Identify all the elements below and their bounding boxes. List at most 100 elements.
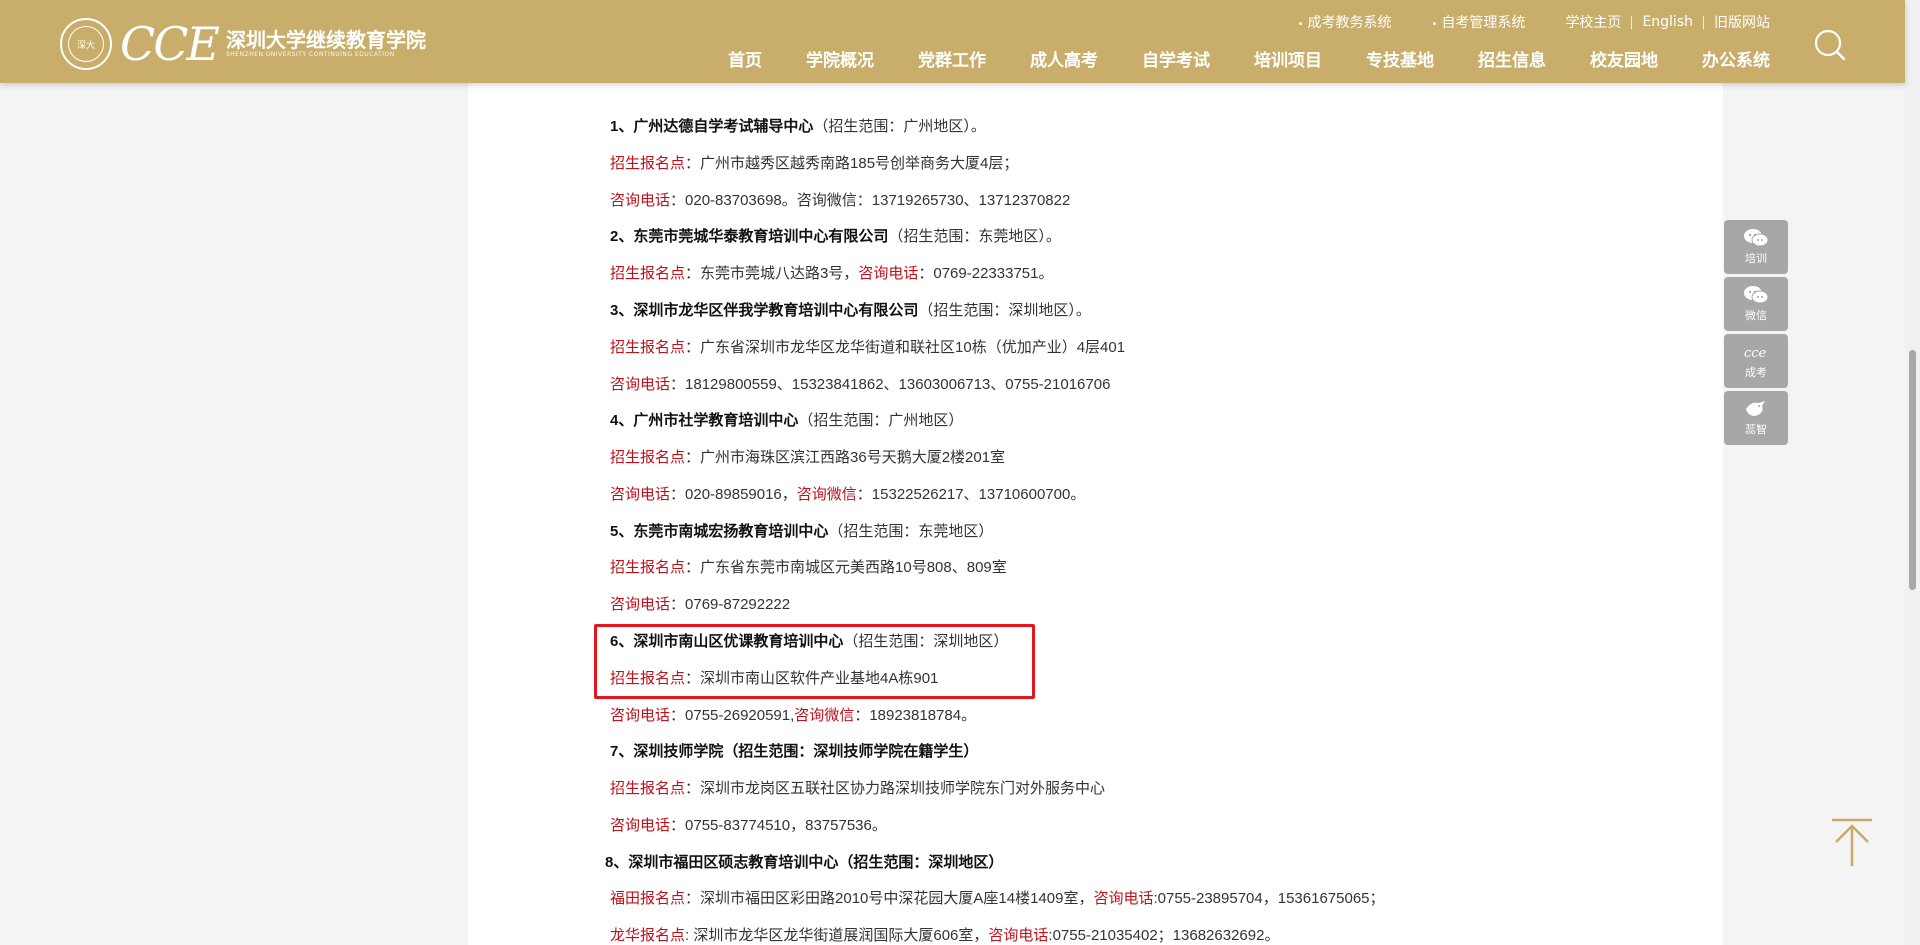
field-label: 咨询电话: [610, 707, 671, 724]
side-button-training[interactable]: 培训: [1724, 220, 1788, 274]
field-value: ：0755-26920591,: [670, 707, 795, 724]
nav-adult-exam[interactable]: 成人高考: [1008, 46, 1120, 71]
top-link-old-site[interactable]: 旧版网站: [1704, 12, 1770, 32]
top-link-self-exam-system[interactable]: 自考管理系统: [1422, 12, 1536, 32]
center-title-line: 3、深圳市龙华区伴我学教育培训中心有限公司（招生范围：深圳地区）。: [610, 299, 1091, 320]
search-button[interactable]: [1813, 28, 1847, 62]
field-value: :0755-23895704，15361675065；: [1153, 890, 1385, 907]
center-info-line: 招生报名点：广州市越秀区越秀南路185号创举商务大厦4层；: [610, 152, 1018, 173]
center-info-line: 福田报名点：深圳市福田区彩田路2010号中深花园大厦A座14楼1409室，咨询电…: [610, 887, 1385, 908]
wechat-icon: [1744, 229, 1769, 247]
center-info-line: 招生报名点：广东省东莞市南城区元美西路10号808、809室: [610, 556, 1007, 577]
center-name: 5、东莞市南城宏扬教育培训中心: [610, 523, 829, 540]
main-nav: 首页 学院概况 党群工作 成人高考 自学考试 培训项目 专技基地 招生信息 校友…: [706, 46, 1770, 71]
field-value: ：深圳市龙岗区五联社区协力路深圳技师学院东门对外服务中心: [685, 780, 1106, 797]
center-info-line: 咨询电话：18129800559、15323841862、13603006713…: [610, 373, 1110, 394]
logo-chinese-name: 深圳大学继续教育学院: [225, 28, 426, 52]
field-label: 咨询电话: [610, 486, 671, 503]
nav-party[interactable]: 党群工作: [896, 46, 1008, 71]
center-info-line: 咨询电话：020-89859016，咨询微信：15322526217、13710…: [610, 483, 1085, 504]
field-label: 招生报名点: [610, 155, 686, 172]
side-button-label: 蕊智: [1745, 423, 1767, 436]
center-name: 4、广州市社学教育培训中心: [610, 412, 799, 429]
field-label: 招生报名点: [610, 449, 686, 466]
field-label: 招生报名点: [610, 780, 686, 797]
field-value: ：020-83703698。咨询微信：13719265730、137123708…: [670, 192, 1071, 209]
center-name: 8、深圳市福田区硕志教育培训中心（招生范围：深圳地区）: [605, 854, 1004, 871]
side-button-ruizhi[interactable]: 蕊智: [1724, 391, 1788, 445]
center-name: 1、广州达德自学考试辅导中心: [610, 118, 814, 135]
nav-self-exam[interactable]: 自学考试: [1120, 46, 1232, 71]
field-value: （招生范围：东莞地区）。: [888, 228, 1061, 245]
field-value: ：18923818784。: [854, 707, 977, 724]
side-button-adult-exam[interactable]: cce 成考: [1724, 334, 1788, 388]
field-label: 咨询微信: [796, 486, 857, 503]
field-value: ：18129800559、15323841862、13603006713、075…: [670, 376, 1111, 393]
center-info-line: 咨询电话：0755-26920591,咨询微信：18923818784。: [610, 704, 976, 725]
field-value: ：广东省东莞市南城区元美西路10号808、809室: [685, 559, 1007, 576]
side-button-wechat[interactable]: 微信: [1724, 277, 1788, 331]
nav-training[interactable]: 培训项目: [1232, 46, 1344, 71]
field-value: ：0769-87292222: [670, 596, 791, 613]
nav-alumni[interactable]: 校友园地: [1568, 46, 1680, 71]
nav-tech-base[interactable]: 专技基地: [1344, 46, 1456, 71]
top-link-school-home[interactable]: 学校主页: [1555, 12, 1631, 32]
center-title-line: 1、广州达德自学考试辅导中心（招生范围：广州地区）。: [610, 115, 986, 136]
field-label: 咨询电话: [610, 376, 671, 393]
field-label: 咨询电话: [610, 596, 671, 613]
field-value: （招生范围：深圳地区）。: [918, 302, 1091, 319]
center-info-line: 招生报名点：广东省深圳市龙华区龙华街道和联社区10栋（优加产业）4层401: [610, 336, 1125, 357]
center-info-line: 龙华报名点: 深圳市龙华区龙华街道展润国际大厦606室，咨询电话:0755-21…: [610, 924, 1279, 945]
nav-office-system[interactable]: 办公系统: [1680, 46, 1770, 71]
center-name: 3、深圳市龙华区伴我学教育培训中心有限公司: [610, 302, 919, 319]
field-value: ：深圳市福田区彩田路2010号中深花园大厦A座14楼1409室，: [685, 890, 1094, 907]
site-logo[interactable]: 深大 CCE 深圳大学继续教育学院 SHENZHEN UNIVERSITY CO…: [60, 18, 426, 70]
top-links: 成考教务系统 自考管理系统 学校主页 English 旧版网站: [1288, 12, 1770, 32]
field-label: 咨询电话: [610, 817, 671, 834]
top-link-english[interactable]: English: [1632, 14, 1703, 30]
arrow-up-icon: [1832, 818, 1872, 866]
svg-text:cce: cce: [1744, 346, 1767, 361]
side-button-label: 微信: [1745, 309, 1767, 322]
logo-english-name: SHENZHEN UNIVERSITY CONTINUING EDUCATION: [225, 51, 395, 58]
nav-admissions[interactable]: 招生信息: [1456, 46, 1568, 71]
center-info-line: 招生报名点：东莞市莞城八达路3号，咨询电话：0769-22333751。: [610, 262, 1053, 283]
field-label: 咨询微信: [794, 707, 855, 724]
back-to-top-button[interactable]: [1830, 818, 1874, 868]
center-info-line: 咨询电话：0755-83774510，83757536。: [610, 814, 887, 835]
page-scrollbar[interactable]: [1905, 0, 1920, 945]
search-icon: [1814, 29, 1846, 61]
field-value: ：广州市越秀区越秀南路185号创举商务大厦4层；: [685, 155, 1019, 172]
side-button-label: 培训: [1745, 252, 1767, 265]
nav-home[interactable]: 首页: [706, 46, 784, 71]
field-value: ：0755-83774510，83757536。: [670, 817, 887, 834]
field-value: ：广东省深圳市龙华区龙华街道和联社区10栋（优加产业）4层401: [685, 339, 1126, 356]
wechat-icon: [1744, 286, 1769, 304]
field-label: 龙华报名点: [610, 927, 686, 944]
field-value: ：15322526217、13710600700。: [856, 486, 1086, 503]
field-label: 咨询电话: [988, 927, 1049, 944]
center-title-line: 5、东莞市南城宏扬教育培训中心（招生范围：东莞地区）: [610, 520, 993, 541]
side-button-label: 成考: [1745, 366, 1767, 379]
field-label: 咨询电话: [610, 192, 671, 209]
field-value: ：020-89859016，: [670, 486, 797, 503]
university-seal-icon: 深大: [60, 18, 112, 70]
center-info-line: 咨询电话：0769-87292222: [610, 593, 790, 614]
field-label: 招生报名点: [610, 339, 686, 356]
field-label: 咨询电话: [1093, 890, 1154, 907]
bird-icon: [1746, 401, 1765, 416]
center-name: 7、深圳技师学院（招生范围：深圳技师学院在籍学生）: [610, 743, 979, 760]
center-info-line: 招生报名点：深圳市龙岗区五联社区协力路深圳技师学院东门对外服务中心: [610, 777, 1105, 798]
field-value: ：0769-22333751。: [918, 265, 1054, 282]
field-value: :0755-21035402；13682632692。: [1048, 927, 1280, 944]
nav-about[interactable]: 学院概况: [784, 46, 896, 71]
field-label: 招生报名点: [610, 559, 686, 576]
scrollbar-thumb[interactable]: [1909, 350, 1916, 590]
side-floating-buttons: 培训 微信 cce 成考 蕊智: [1724, 220, 1788, 445]
field-value: ：广州市海珠区滨江西路36号天鹅大厦2楼201室: [685, 449, 1006, 466]
top-link-adult-exam-system[interactable]: 成考教务系统: [1288, 12, 1402, 32]
field-value: （招生范围：广州地区）: [798, 412, 964, 429]
highlight-box: [594, 624, 1035, 699]
field-value: ：东莞市莞城八达路3号，: [685, 265, 859, 282]
center-name: 2、东莞市莞城华泰教育培训中心有限公司: [610, 228, 889, 245]
